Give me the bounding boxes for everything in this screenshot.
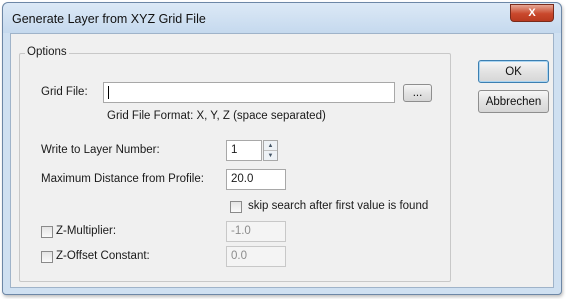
max-distance-label: Maximum Distance from Profile: [41, 173, 204, 185]
close-button[interactable]: X [510, 4, 554, 22]
cancel-button-label: Abbrechen [485, 95, 542, 108]
grid-file-format-hint: Grid File Format: X, Y, Z (space separat… [107, 110, 326, 122]
cancel-button[interactable]: Abbrechen [478, 90, 549, 113]
spin-down-icon[interactable]: ▼ [264, 150, 277, 160]
grid-file-label: Grid File: [41, 86, 88, 98]
layer-number-spinner[interactable]: ▲ ▼ [263, 140, 278, 161]
z-offset-checkbox[interactable] [41, 251, 53, 263]
z-multiplier-label[interactable]: Z-Multiplier: [56, 225, 116, 237]
spin-up-icon[interactable]: ▲ [264, 141, 277, 150]
skip-search-checkbox[interactable] [230, 201, 242, 213]
z-multiplier-input[interactable]: -1.0 [226, 221, 286, 242]
z-offset-input[interactable]: 0.0 [226, 246, 286, 267]
window-title: Generate Layer from XYZ Grid File [12, 12, 206, 26]
z-multiplier-checkbox[interactable] [41, 226, 53, 238]
close-icon: X [528, 7, 536, 19]
grid-file-input[interactable] [103, 82, 395, 103]
skip-search-label[interactable]: skip search after first value is found [248, 200, 428, 212]
dialog-client-area: Options Grid File: ... Grid File Format:… [10, 33, 554, 288]
max-distance-input[interactable]: 20.0 [226, 169, 286, 190]
ok-button[interactable]: OK [478, 60, 549, 83]
dialog-window: Generate Layer from XYZ Grid File X Opti… [2, 2, 562, 295]
browse-button-label: ... [412, 87, 423, 99]
layer-number-label: Write to Layer Number: [41, 144, 160, 156]
browse-button[interactable]: ... [403, 84, 432, 102]
z-offset-label[interactable]: Z-Offset Constant: [56, 250, 150, 262]
ok-button-label: OK [505, 65, 522, 78]
text-caret [108, 86, 109, 99]
layer-number-input[interactable]: 1 [226, 140, 262, 161]
title-bar[interactable]: Generate Layer from XYZ Grid File X [3, 3, 561, 33]
options-group-label: Options [25, 46, 69, 58]
